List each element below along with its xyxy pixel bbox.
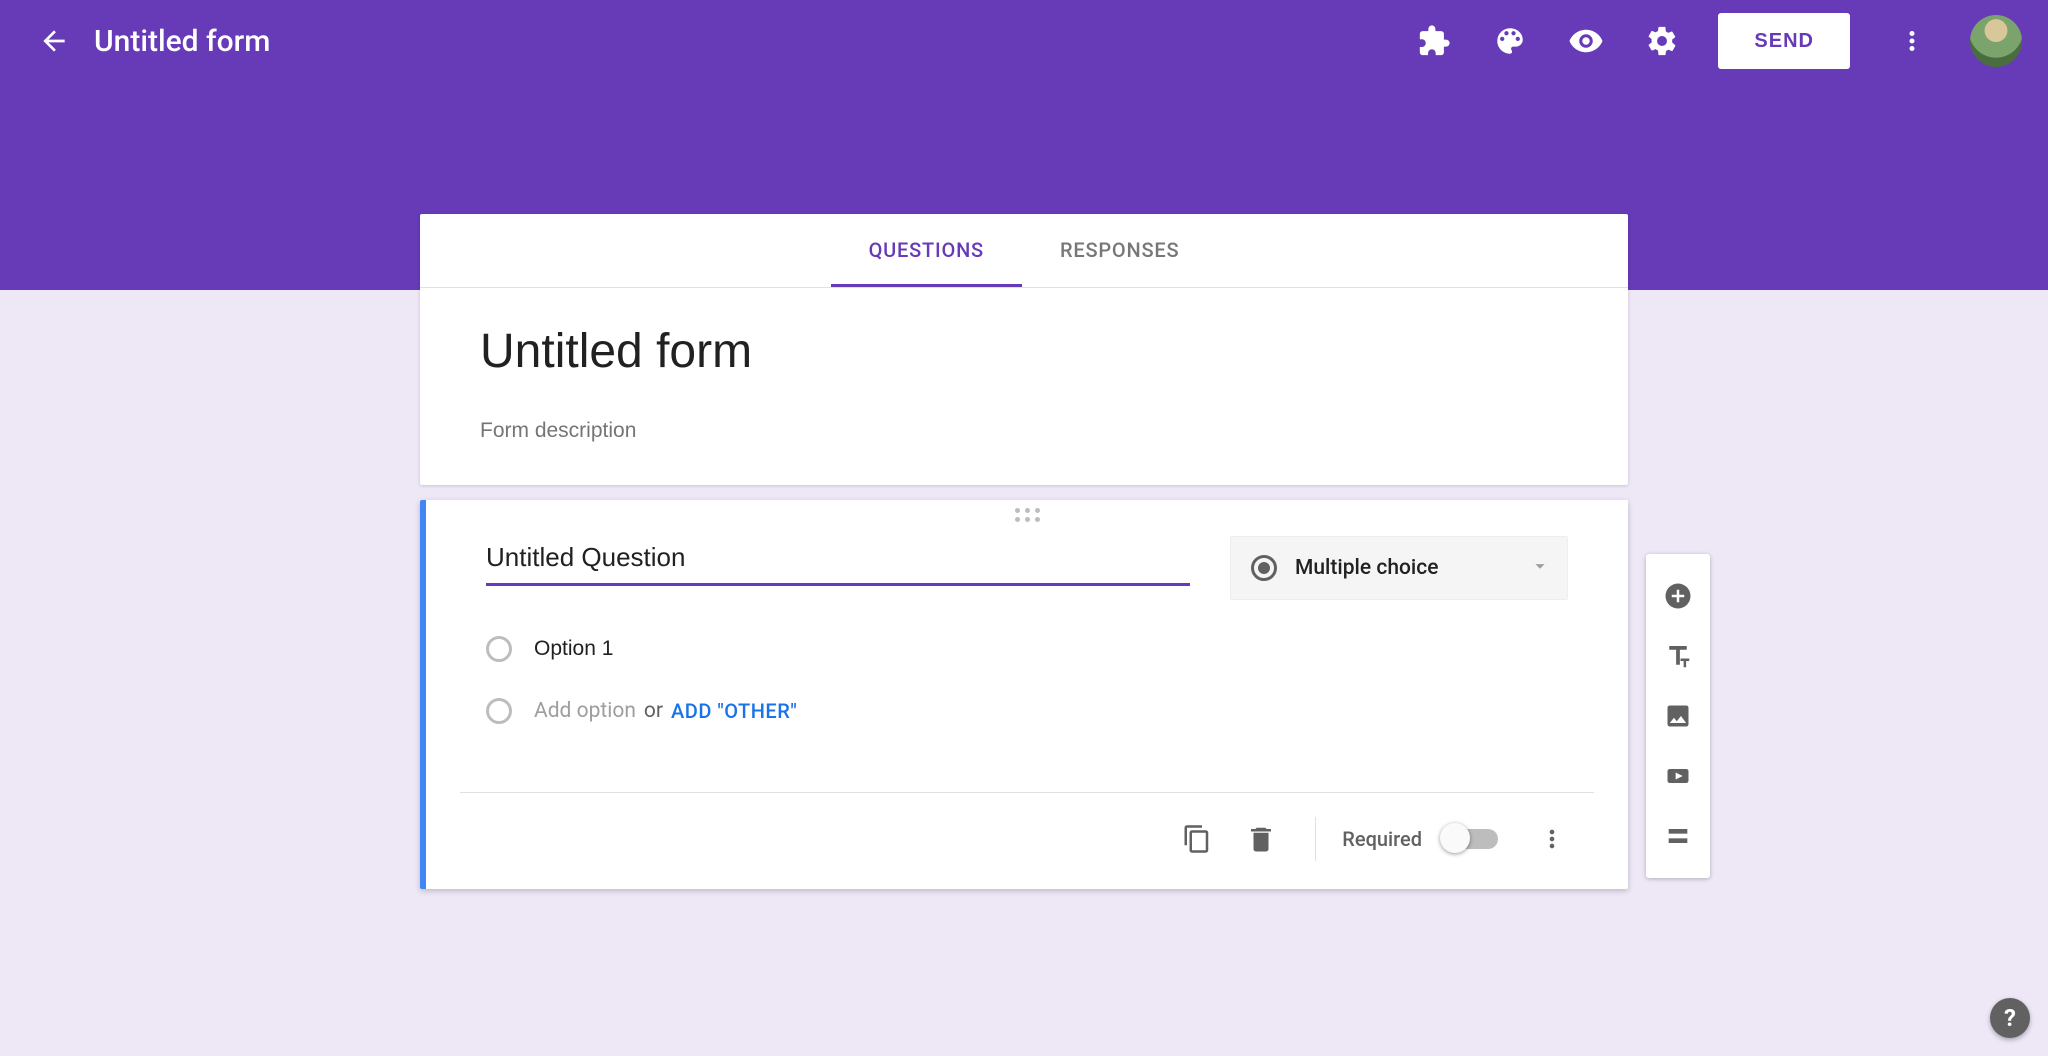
add-other-button[interactable]: ADD "OTHER" (671, 699, 797, 723)
caret-down-icon (1529, 555, 1551, 581)
preview-button[interactable] (1556, 11, 1616, 71)
tab-questions[interactable]: QUESTIONS (831, 214, 1022, 287)
more-button[interactable] (1882, 11, 1942, 71)
drag-handle[interactable] (426, 500, 1628, 526)
tabs: QUESTIONS RESPONSES (420, 214, 1628, 288)
title-card: QUESTIONS RESPONSES (420, 214, 1628, 485)
more-vert-icon (1897, 26, 1927, 56)
copy-icon (1182, 824, 1212, 854)
send-button[interactable]: SEND (1718, 13, 1850, 69)
settings-button[interactable] (1632, 11, 1692, 71)
radio-outline-icon (486, 698, 512, 724)
gear-icon (1645, 24, 1679, 58)
radio-outline-icon (486, 636, 512, 662)
back-button[interactable] (26, 13, 82, 69)
plus-circle-icon (1663, 581, 1693, 611)
tab-responses[interactable]: RESPONSES (1022, 214, 1217, 287)
image-icon (1664, 702, 1692, 730)
theme-button[interactable] (1480, 11, 1540, 71)
add-title-button[interactable] (1650, 628, 1706, 684)
form-container: QUESTIONS RESPONSES Multiple choice (420, 214, 1628, 889)
required-toggle[interactable] (1442, 829, 1498, 849)
add-option-row: Add option or ADD "OTHER" (486, 698, 1568, 724)
question-mark-icon: ? (2004, 1004, 2016, 1032)
add-image-button[interactable] (1650, 688, 1706, 744)
video-icon (1664, 762, 1692, 790)
section-icon (1664, 822, 1692, 850)
top-toolbar: Untitled form SEND (0, 0, 2048, 82)
palette-icon (1493, 24, 1527, 58)
side-toolbar (1646, 554, 1710, 878)
delete-button[interactable] (1233, 811, 1289, 867)
document-title[interactable]: Untitled form (94, 24, 270, 59)
drag-icon (1015, 508, 1040, 522)
question-type-label: Multiple choice (1295, 556, 1529, 580)
option-row (486, 636, 1568, 662)
duplicate-button[interactable] (1169, 811, 1225, 867)
question-footer: Required (460, 792, 1594, 889)
arrow-left-icon (38, 25, 70, 57)
add-section-button[interactable] (1650, 808, 1706, 864)
add-question-button[interactable] (1650, 568, 1706, 624)
help-button[interactable]: ? (1990, 998, 2030, 1038)
add-option-button[interactable]: Add option (534, 699, 636, 723)
form-title-input[interactable] (480, 324, 1568, 379)
text-icon (1663, 641, 1693, 671)
trash-icon (1246, 824, 1276, 854)
puzzle-icon (1417, 24, 1451, 58)
question-title-input[interactable] (486, 536, 1190, 586)
question-card: Multiple choice Add option or ADD "OTHER… (420, 500, 1628, 889)
eye-icon (1568, 23, 1604, 59)
question-more-button[interactable] (1524, 811, 1580, 867)
or-text: or (644, 699, 663, 723)
question-type-select[interactable]: Multiple choice (1230, 536, 1568, 600)
more-vert-icon (1538, 825, 1566, 853)
divider (1315, 817, 1316, 861)
account-avatar[interactable] (1970, 15, 2022, 67)
option-1-input[interactable] (534, 637, 805, 661)
form-description-input[interactable] (480, 419, 1568, 443)
required-label: Required (1342, 827, 1422, 851)
addons-button[interactable] (1404, 11, 1464, 71)
add-video-button[interactable] (1650, 748, 1706, 804)
radio-icon (1251, 555, 1277, 581)
